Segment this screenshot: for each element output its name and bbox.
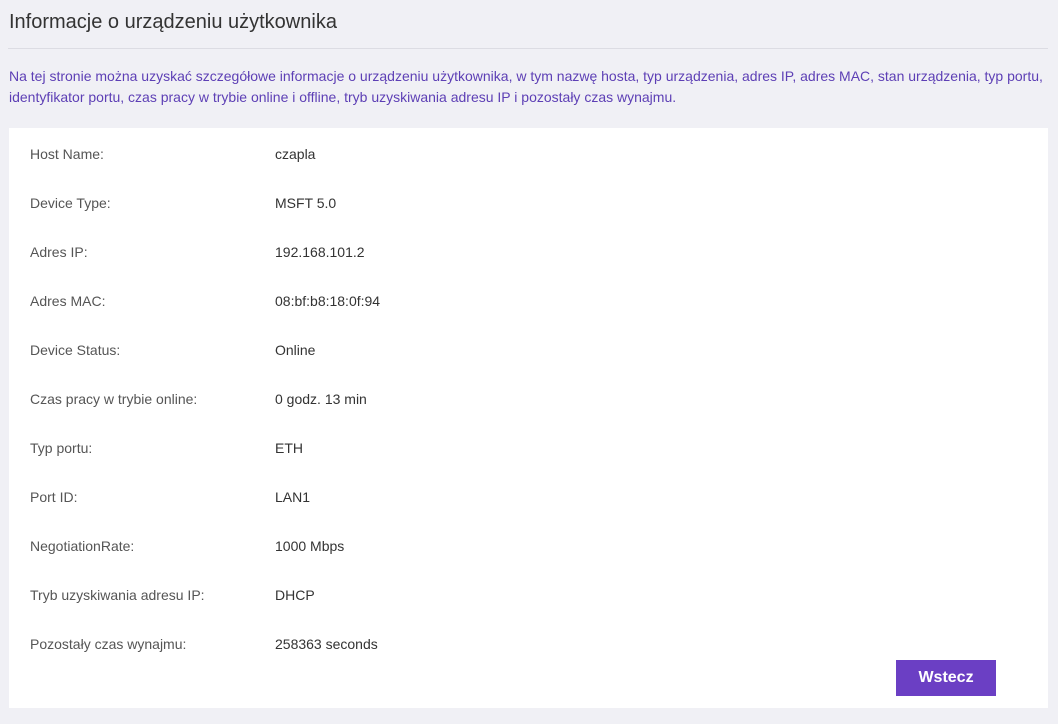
online-time-label: Czas pracy w trybie online:: [30, 391, 198, 407]
info-row-negotiation-rate: NegotiationRate: 1000 Mbps: [9, 536, 1048, 556]
ip-mode-value: DHCP: [275, 587, 315, 603]
mac-address-label: Adres MAC:: [30, 293, 106, 309]
lease-time-value: 258363 seconds: [275, 636, 378, 652]
port-type-value: ETH: [275, 440, 303, 456]
info-row-ip-mode: Tryb uzyskiwania adresu IP: DHCP: [9, 585, 1048, 605]
info-row-ip-address: Adres IP: 192.168.101.2: [9, 242, 1048, 262]
title-divider: [8, 48, 1048, 49]
info-row-device-type: Device Type: MSFT 5.0: [9, 193, 1048, 213]
back-button[interactable]: Wstecz: [896, 660, 996, 696]
ip-address-label: Adres IP:: [30, 244, 88, 260]
port-id-label: Port ID:: [30, 489, 78, 505]
info-row-online-time: Czas pracy w trybie online: 0 godz. 13 m…: [9, 389, 1048, 409]
info-row-port-id: Port ID: LAN1: [9, 487, 1048, 507]
lease-time-label: Pozostały czas wynajmu:: [30, 636, 187, 652]
device-status-label: Device Status:: [30, 342, 121, 358]
page-title: Informacje o urządzeniu użytkownika: [9, 11, 337, 33]
info-row-mac-address: Adres MAC: 08:bf:b8:18:0f:94: [9, 291, 1048, 311]
negotiation-rate-value: 1000 Mbps: [275, 538, 345, 554]
device-type-label: Device Type:: [30, 195, 111, 211]
page-description: Na tej stronie można uzyskać szczegółowe…: [9, 68, 1043, 105]
device-type-value: MSFT 5.0: [275, 195, 337, 211]
ip-mode-label: Tryb uzyskiwania adresu IP:: [30, 587, 205, 603]
port-type-label: Typ portu:: [30, 440, 93, 456]
info-row-host-name: Host Name: czapla: [9, 144, 1048, 164]
port-id-value: LAN1: [275, 489, 311, 505]
mac-address-value: 08:bf:b8:18:0f:94: [275, 293, 381, 309]
info-row-port-type: Typ portu: ETH: [9, 438, 1048, 458]
device-status-value: Online: [275, 342, 316, 358]
negotiation-rate-label: NegotiationRate:: [30, 538, 135, 554]
host-name-value: czapla: [275, 146, 316, 162]
online-time-value: 0 godz. 13 min: [275, 391, 367, 407]
info-row-device-status: Device Status: Online: [9, 340, 1048, 360]
info-row-lease-time: Pozostały czas wynajmu: 258363 seconds: [9, 634, 1048, 654]
ip-address-value: 192.168.101.2: [275, 244, 365, 260]
device-info-card: Host Name: czapla Device Type: MSFT 5.0 …: [9, 128, 1048, 708]
host-name-label: Host Name:: [30, 146, 104, 162]
